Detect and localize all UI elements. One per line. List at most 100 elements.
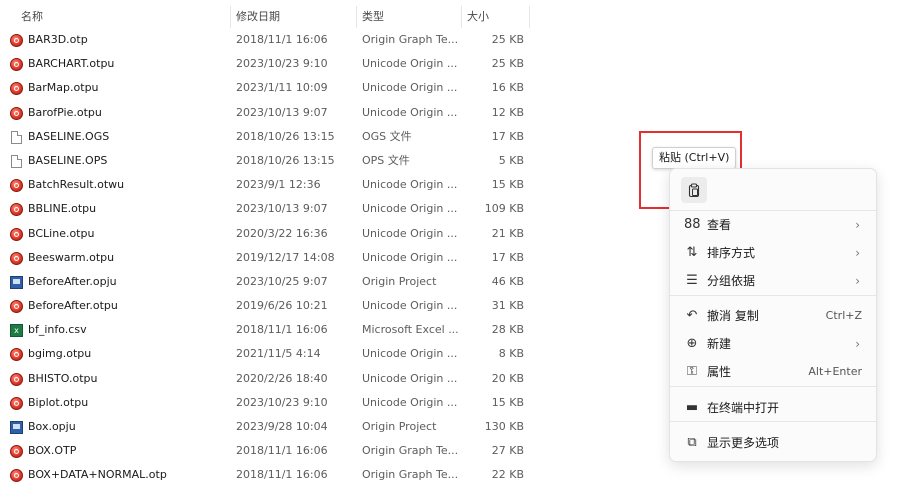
file-size: 15 KB: [491, 178, 524, 192]
chevron-right-icon: ›: [855, 274, 860, 288]
menu-item-more-options[interactable]: ⧉ 显示更多选项: [674, 429, 872, 457]
origin-template-icon: [10, 34, 23, 47]
file-date: 2019/6/26 10:21: [236, 299, 328, 313]
column-divider[interactable]: [461, 6, 462, 28]
menu-item-new[interactable]: ⊕ 新建 ›: [674, 330, 872, 358]
chevron-right-icon: ›: [855, 246, 860, 260]
menu-item-sort[interactable]: ⇅ 排序方式 ›: [674, 239, 872, 267]
paste-button[interactable]: [681, 177, 707, 203]
file-type: Origin Project: [362, 274, 437, 288]
column-divider[interactable]: [230, 6, 231, 28]
file-row[interactable]: BeforeAfter.otpu 2019/6/26 10:21 Unicode O…: [0, 294, 540, 318]
chevron-right-icon: ›: [855, 218, 860, 232]
origin-project-icon: [10, 275, 23, 289]
origin-template-icon: [10, 396, 23, 410]
column-size[interactable]: 大小: [467, 8, 489, 28]
file-row[interactable]: BOX.OTP 2018/11/1 16:06 Origin Graph Te...…: [0, 439, 540, 463]
menu-separator: [670, 295, 876, 296]
origin-template-icon: [10, 372, 23, 386]
menu-item-label: 显示更多选项: [707, 436, 780, 450]
file-type: Microsoft Excel ...: [362, 323, 459, 337]
file-size: 22 KB: [491, 468, 524, 482]
file-list: BAR3D.otp 2018/11/1 16:06 Origin Graph Te.…: [0, 28, 540, 488]
file-row[interactable]: BBLINE.otpu 2023/10/13 9:07 Unicode Origin…: [0, 197, 540, 221]
file-type: OGS 文件: [362, 129, 412, 143]
undo-icon: ↶: [686, 308, 698, 323]
file-name: BASELINE.OGS: [28, 129, 110, 143]
file-size: 21 KB: [491, 226, 524, 240]
file-date: 2018/10/26 13:15: [236, 153, 335, 167]
file-row[interactable]: BASELINE.OGS 2018/10/26 13:15 OGS 文件 17 KB: [0, 125, 540, 149]
file-date: 2023/1/11 10:09: [236, 81, 328, 95]
menu-item-label: 分组依据: [707, 274, 756, 288]
file-type: Unicode Origin ...: [362, 105, 458, 119]
column-divider[interactable]: [356, 6, 357, 28]
terminal-icon: ▬: [685, 400, 699, 415]
file-row[interactable]: BAR3D.otp 2018/11/1 16:06 Origin Graph Te.…: [0, 28, 540, 52]
file-name: bf_info.csv: [28, 323, 87, 337]
file-type: Unicode Origin ...: [362, 299, 458, 313]
file-row[interactable]: BHISTO.otpu 2020/2/26 18:40 Unicode Origin…: [0, 367, 540, 391]
origin-template-icon: [10, 82, 23, 96]
file-row[interactable]: bgimg.otpu 2021/11/5 4:14 Unicode Origin .…: [0, 342, 540, 366]
file-type: Unicode Origin ...: [362, 395, 458, 409]
file-name: BBLINE.otpu: [28, 202, 97, 216]
menu-separator: [670, 386, 876, 387]
file-date: 2023/10/23 9:10: [236, 395, 328, 409]
origin-template-icon: [10, 203, 23, 217]
file-date: 2018/11/1 16:06: [236, 444, 328, 458]
shortcut-hint: Ctrl+Z: [825, 309, 862, 322]
file-row[interactable]: Box.opju 2023/9/28 10:04 Origin Project 130…: [0, 415, 540, 439]
origin-template-icon: [10, 469, 23, 483]
file-date: 2023/9/28 10:04: [236, 420, 328, 433]
file-row[interactable]: Biplot.otpu 2023/10/23 9:10 Unicode Origin…: [0, 391, 540, 415]
file-row[interactable]: BarMap.otpu 2023/1/11 10:09 Unicode Origin…: [0, 76, 540, 100]
file-row[interactable]: BOX+DATA+NORMAL.otp 2018/11/1 16:06 Origin…: [0, 463, 540, 487]
file-date: 2018/11/1 16:06: [236, 323, 328, 337]
new-icon: ⊕: [686, 336, 698, 351]
menu-separator: [670, 421, 876, 422]
column-name[interactable]: 名称: [21, 8, 43, 28]
file-size: 25 KB: [491, 33, 524, 46]
file-row[interactable]: BarofPie.otpu 2023/10/13 9:07 Unicode Orig…: [0, 101, 540, 125]
column-date[interactable]: 修改日期: [236, 8, 280, 28]
file-row[interactable]: x bf_info.csv 2018/11/1 16:06 Microsoft Exc…: [0, 318, 540, 342]
file-type: Unicode Origin ...: [362, 226, 458, 240]
file-size: 12 KB: [491, 105, 524, 119]
file-size: 130 KB: [484, 420, 524, 433]
file-name: BAR3D.otp: [28, 33, 88, 46]
file-type: OPS 文件: [362, 153, 410, 167]
file-row[interactable]: BCLine.otpu 2020/3/22 16:36 Unicode Origin…: [0, 222, 540, 246]
menu-item-label: 在终端中打开: [707, 401, 780, 415]
column-divider[interactable]: [529, 6, 530, 28]
file-row[interactable]: Beeswarm.otpu 2019/12/17 14:08 Unicode Ori…: [0, 246, 540, 270]
file-name: BeforeAfter.opju: [28, 274, 117, 288]
file-size: 20 KB: [491, 371, 524, 385]
file-type: Unicode Origin ...: [362, 250, 458, 264]
menu-item-label: 属性: [707, 365, 732, 379]
group-icon: ☰: [686, 273, 698, 288]
origin-template-icon: [10, 106, 23, 120]
file-name: Box.opju: [28, 420, 76, 433]
file-row[interactable]: BatchResult.otwu 2023/9/1 12:36 Unicode Or…: [0, 173, 540, 197]
file-name: BOX+DATA+NORMAL.otp: [28, 468, 167, 482]
chevron-right-icon: ›: [855, 337, 860, 351]
file-date: 2023/10/13 9:07: [236, 105, 328, 119]
origin-template-icon: [10, 348, 23, 362]
file-size: 5 KB: [498, 153, 524, 167]
menu-item-undo[interactable]: ↶ 撤消 复制 Ctrl+Z: [674, 302, 872, 330]
file-date: 2018/11/1 16:06: [236, 33, 328, 46]
file-row[interactable]: BeforeAfter.opju 2023/10/25 9:07 Origin Pr…: [0, 270, 540, 294]
file-row[interactable]: BASELINE.OPS 2018/10/26 13:15 OPS 文件 5 KB: [0, 149, 540, 173]
column-type[interactable]: 类型: [362, 8, 384, 28]
file-name: BeforeAfter.otpu: [28, 299, 118, 313]
file-row[interactable]: BARCHART.otpu 2023/10/23 9:10 Unicode Orig…: [0, 52, 540, 76]
menu-item-view-grid[interactable]: 88 查看 ›: [674, 211, 872, 239]
file-date: 2023/10/23 9:10: [236, 57, 328, 71]
file-size: 15 KB: [491, 395, 524, 409]
menu-item-properties[interactable]: ⚿ 属性 Alt+Enter: [674, 358, 872, 386]
file-type: Origin Project: [362, 420, 437, 433]
file-size: 31 KB: [491, 299, 524, 313]
menu-item-group[interactable]: ☰ 分组依据 ›: [674, 267, 872, 295]
menu-item-terminal[interactable]: ▬ 在终端中打开: [674, 394, 872, 422]
